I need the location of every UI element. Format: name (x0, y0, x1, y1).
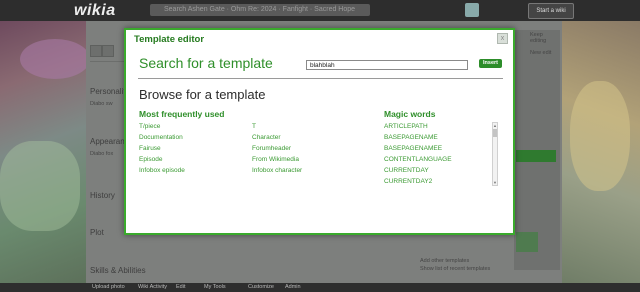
template-link[interactable]: T/piece (139, 121, 185, 132)
template-search-input[interactable]: blahblah (306, 60, 468, 70)
section-heading: Skills & Abilities (90, 266, 146, 275)
add-templates-link[interactable]: Add other templates (420, 258, 469, 264)
new-edit-label: New edit (530, 50, 552, 56)
template-link[interactable]: From Wikimedia (252, 154, 302, 165)
bold-button[interactable] (90, 45, 102, 57)
template-link[interactable]: T (252, 121, 302, 132)
background-artwork-right (560, 21, 640, 292)
publish-button[interactable] (516, 150, 556, 162)
template-link[interactable]: Infobox episode (139, 165, 185, 176)
global-navigation-bar: wikia Search Ashen Gate · Ohm Re: 2024 ·… (0, 0, 640, 21)
wikia-logo[interactable]: wikia (74, 2, 116, 20)
magic-words-list: ARTICLEPATH BASEPAGENAME BASEPAGENAMEE C… (384, 121, 452, 187)
start-wiki-button[interactable]: Start a wiki (528, 3, 574, 19)
footer-my-tools[interactable]: My Tools (204, 283, 226, 292)
divider (138, 78, 503, 79)
magic-words-scrollbar[interactable]: ▲ ▼ (492, 122, 498, 186)
template-link[interactable]: Fairuse (139, 143, 185, 154)
puzzle-icon[interactable] (516, 232, 538, 252)
toolbar-footer: Upload photo Wiki Activity Edit My Tools… (0, 283, 640, 292)
global-search-input[interactable]: Search Ashen Gate · Ohm Re: 2024 · Fanfi… (150, 4, 370, 16)
magic-word-link[interactable]: CURRENTDAY (384, 165, 452, 176)
section-heading: History (90, 191, 115, 200)
template-link[interactable]: Documentation (139, 132, 185, 143)
most-used-list-col2: T Character Forumheader From Wikimedia I… (252, 121, 302, 176)
section-text: Diabo fox (90, 151, 114, 157)
magic-words-heading: Magic words (384, 109, 436, 119)
section-text: Diabo sw (90, 101, 113, 107)
footer-upload-photo[interactable]: Upload photo (92, 283, 125, 292)
template-link[interactable]: Forumheader (252, 143, 302, 154)
template-link[interactable]: Infobox character (252, 165, 302, 176)
magic-word-link[interactable]: CONTENTLANGUAGE (384, 154, 452, 165)
footer-admin[interactable]: Admin (285, 283, 301, 292)
scrollbar-thumb[interactable] (493, 129, 497, 137)
background-artwork-left (0, 21, 90, 292)
keep-editing-label: Keep editing (530, 32, 547, 44)
footer-customize[interactable]: Customize (248, 283, 274, 292)
italic-button[interactable] (102, 45, 114, 57)
close-icon[interactable]: x (497, 33, 508, 44)
avatar[interactable] (465, 3, 479, 17)
modal-title: Template editor (134, 34, 205, 45)
insert-button[interactable]: Insert (479, 59, 502, 68)
template-link[interactable]: Character (252, 132, 302, 143)
footer-edit[interactable]: Edit (176, 283, 185, 292)
template-link[interactable]: Episode (139, 154, 185, 165)
section-heading: Plot (90, 228, 104, 237)
magic-word-link[interactable]: BASEPAGENAMEE (384, 143, 452, 154)
most-used-list-col1: T/piece Documentation Fairuse Episode In… (139, 121, 185, 176)
scroll-down-icon[interactable]: ▼ (493, 180, 497, 185)
most-used-heading: Most frequently used (139, 109, 225, 119)
template-editor-modal: Template editor x Search for a template … (124, 28, 515, 235)
footer-wiki-activity[interactable]: Wiki Activity (138, 283, 167, 292)
browse-heading: Browse for a template (139, 87, 266, 102)
magic-word-link[interactable]: CURRENTDAY2 (384, 176, 452, 187)
magic-word-link[interactable]: ARTICLEPATH (384, 121, 452, 132)
magic-word-link[interactable]: BASEPAGENAME (384, 132, 452, 143)
search-heading: Search for a template (139, 55, 273, 71)
recent-templates-link[interactable]: Show list of recent templates (420, 266, 490, 272)
scroll-up-icon[interactable]: ▲ (493, 123, 497, 128)
